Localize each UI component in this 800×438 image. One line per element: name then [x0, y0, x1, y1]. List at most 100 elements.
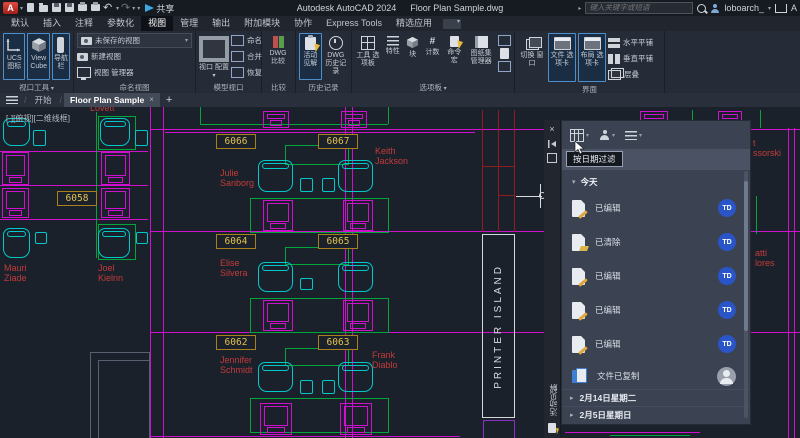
ribbon-extra-tool-icon[interactable] — [443, 19, 461, 29]
activity-item[interactable]: 已编辑TD — [562, 191, 750, 225]
qat-customize-caret-icon[interactable]: ▾ — [137, 5, 140, 12]
user-avatar-icon[interactable] — [710, 3, 720, 14]
share-icon[interactable] — [145, 4, 154, 12]
save-icon[interactable] — [51, 2, 62, 14]
help-search-input[interactable] — [585, 2, 693, 14]
tool-palettes-button[interactable]: 工具 选项板 — [355, 33, 381, 80]
viewport-controls-label[interactable]: [-][俯视][二维线框] — [6, 113, 70, 124]
desk-monitor — [644, 114, 664, 119]
viewport-named-button[interactable]: 命名 — [231, 33, 262, 48]
cad-line — [0, 219, 148, 220]
scrollbar-thumb[interactable] — [744, 181, 748, 331]
tab-start[interactable]: 开始 — [29, 93, 58, 107]
panel-label-model-viewports[interactable]: 模型视口 — [196, 82, 261, 93]
ribbon-tab[interactable]: 注释 — [68, 16, 100, 31]
activity-item-label: 已编辑 — [595, 202, 708, 214]
group-today[interactable]: ▾ 今天 — [562, 173, 750, 191]
save-as-icon[interactable] — [64, 2, 75, 14]
date-group-row[interactable]: ▸2月14日星期二 — [562, 389, 750, 406]
app-store-cart-icon[interactable] — [775, 4, 787, 13]
cascade-button[interactable]: 层叠 — [608, 67, 653, 82]
redo-caret-icon[interactable]: ▾ — [132, 5, 135, 12]
palette-extra-icon[interactable] — [498, 35, 511, 46]
undo-caret-icon[interactable]: ▾ — [116, 5, 119, 12]
ribbon-tab[interactable]: 附加模块 — [237, 16, 287, 31]
palette-extra3-icon[interactable] — [498, 61, 511, 72]
tab-document-active[interactable]: Floor Plan Sample × — [64, 93, 160, 107]
redo-icon[interactable]: ↷ — [121, 2, 130, 14]
open-file-icon[interactable] — [38, 2, 49, 14]
panel-label-named-views[interactable]: 命名视图 — [74, 82, 195, 93]
activity-item[interactable]: 已编辑TD — [562, 293, 750, 327]
navigation-bar-button[interactable]: 导航栏 — [52, 33, 70, 80]
panel-label-compare[interactable]: 比较 — [262, 82, 295, 93]
view-dropdown[interactable]: 未保存的视图 ▾ — [77, 33, 192, 48]
ribbon-tab[interactable]: 视图 — [141, 16, 173, 31]
count-button[interactable]: # 计数 — [423, 33, 443, 80]
filter-by-date-button[interactable]: ▾ — [570, 129, 589, 142]
panel-named-views: 未保存的视图 ▾ 新建视图 视图 管理器 命名视图 — [74, 31, 196, 93]
panel-label-palettes[interactable]: 选项板 — [352, 82, 514, 93]
palette-autohide-icon[interactable] — [547, 140, 557, 148]
palette-vertical-title: 活动见解 — [548, 384, 565, 416]
viewport-config-button[interactable]: 视口 配置 — [199, 33, 229, 80]
activity-insights-button[interactable]: 活动 见解 — [299, 33, 322, 80]
undo-icon[interactable]: ↶ — [103, 2, 114, 14]
ribbon-tab[interactable]: 管理 — [173, 16, 205, 31]
palette-extra2-icon[interactable] — [500, 48, 509, 59]
switch-windows-button[interactable]: 切换 窗口 — [518, 33, 546, 82]
panel-scrollbar[interactable] — [744, 171, 748, 418]
activity-item[interactable]: 已清除TD — [562, 225, 750, 259]
ribbon-tab[interactable]: 默认 — [4, 16, 36, 31]
activity-item[interactable]: 已编辑TD — [562, 327, 750, 361]
room-tag: 6064 — [216, 234, 256, 249]
ribbon-tab[interactable]: 插入 — [36, 16, 68, 31]
ribbon-tab[interactable]: 协作 — [287, 16, 319, 31]
palette-close-icon[interactable]: × — [547, 124, 558, 135]
date-group-row[interactable]: ▸2月5日星期日 — [562, 406, 750, 423]
tile-vertical-button[interactable]: 垂直平铺 — [608, 51, 653, 66]
activity-item-label: 已编辑 — [595, 304, 708, 316]
panel-label-viewport-tools[interactable]: 视口工具 — [0, 82, 73, 93]
viewport-restore-button[interactable]: 恢复 — [231, 65, 262, 80]
ribbon-tab[interactable]: Express Tools — [319, 16, 389, 31]
user-menu-caret-icon[interactable]: ▾ — [768, 5, 771, 12]
print-icon[interactable] — [90, 2, 101, 14]
file-tabs-toggle-button[interactable]: 文件 选项卡 — [548, 33, 576, 82]
search-icon[interactable] — [697, 4, 706, 13]
share-label[interactable]: 共享 — [156, 2, 174, 15]
app-logo-icon[interactable]: A — [3, 2, 18, 14]
palette-properties-icon[interactable] — [547, 153, 557, 163]
autodesk-app-letter[interactable]: A — [791, 3, 797, 13]
username-label[interactable]: loboarch_ — [724, 3, 764, 13]
dwg-history-button[interactable]: DWG 历史记录 — [324, 33, 348, 80]
properties-button[interactable]: 特性 — [383, 33, 403, 80]
view-manager-button[interactable]: 视图 管理器 — [77, 65, 192, 80]
ribbon-tab[interactable]: 输出 — [205, 16, 237, 31]
dwg-compare-button[interactable]: DWG 比较 — [265, 33, 291, 80]
viewport-join-button[interactable]: 合并 — [231, 49, 262, 64]
ribbon-tab[interactable]: 精选应用 — [389, 16, 439, 31]
viewcube-button[interactable]: View Cube — [27, 33, 49, 80]
panel-label-interface[interactable]: 界面 — [515, 84, 664, 93]
ucs-icon-button[interactable]: UCS 图标 — [3, 33, 25, 80]
new-view-button[interactable]: 新建视图 — [77, 49, 192, 64]
new-file-icon[interactable] — [25, 2, 36, 14]
tile-horizontal-button[interactable]: 水平平铺 — [608, 35, 653, 50]
filter-by-user-button[interactable]: ▾ — [599, 130, 615, 141]
layout-tabs-toggle-button[interactable]: 布局 选项卡 — [578, 33, 606, 82]
ribbon-tab[interactable]: 参数化 — [100, 16, 141, 31]
panel-label-history[interactable]: 历史记录 — [296, 82, 351, 93]
command-macro-button[interactable]: 命令 宏 — [444, 33, 464, 80]
activity-item[interactable]: 文件已复制 — [562, 361, 750, 391]
new-tab-button[interactable]: + — [162, 94, 176, 106]
search-expand-icon[interactable]: ▸ — [578, 5, 581, 12]
app-menu-caret-icon[interactable]: ▾ — [20, 5, 23, 12]
filter-by-type-button[interactable]: ▾ — [625, 131, 642, 140]
sheet-set-manager-button[interactable]: 图纸集 管理器 — [466, 33, 496, 80]
activity-item[interactable]: 已编辑TD — [562, 259, 750, 293]
blocks-button[interactable]: 块 — [405, 33, 421, 80]
plot-icon[interactable] — [77, 2, 88, 14]
file-tab-menu-icon[interactable] — [6, 96, 18, 104]
tab-close-icon[interactable]: × — [149, 93, 154, 107]
